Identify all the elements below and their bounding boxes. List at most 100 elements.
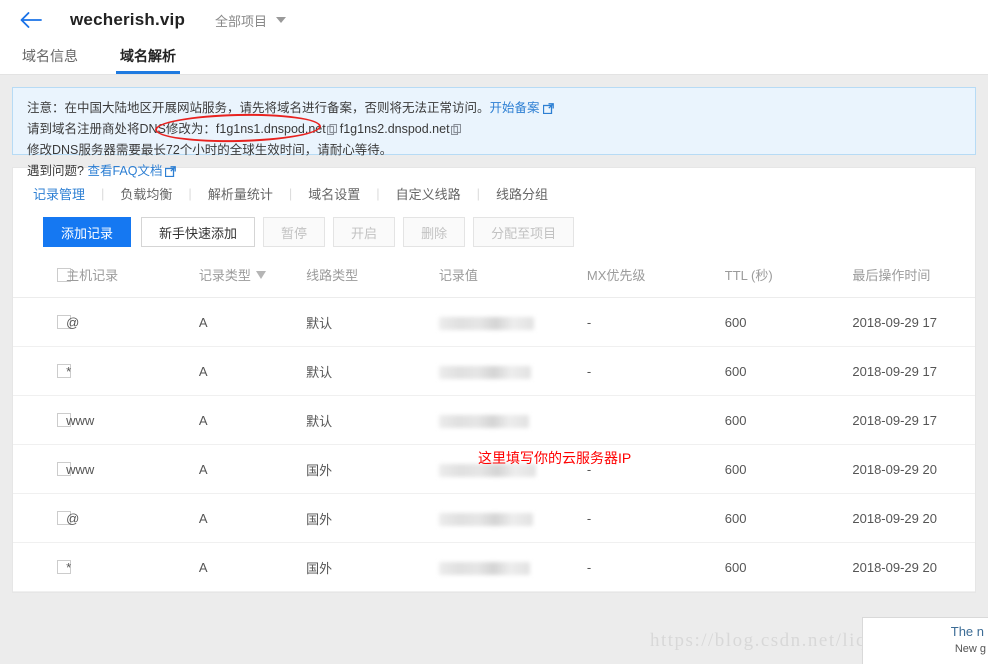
- cell-time: 2018-09-29 20: [852, 444, 975, 494]
- cell-ttl: 600: [724, 297, 853, 347]
- partial-popup[interactable]: The n New g: [862, 617, 988, 664]
- cell-mx: -: [586, 493, 725, 543]
- subtab-divider: |: [101, 186, 105, 201]
- external-link-icon[interactable]: [165, 163, 177, 178]
- subtab-custom-line[interactable]: 自定义线路: [394, 184, 463, 203]
- cell-type: A: [198, 493, 307, 543]
- start-filing-link[interactable]: 开始备案: [490, 101, 540, 115]
- table-row[interactable]: * A 国外 - 600 2018-09-29 20: [13, 542, 975, 592]
- tab-domain-info[interactable]: 域名信息: [18, 48, 82, 74]
- table-row[interactable]: www A 国外 - 600 2018-09-29 20: [13, 444, 975, 494]
- redacted-record-value: [438, 561, 530, 575]
- table-row[interactable]: @ A 默认 - 600 2018-09-29 17: [13, 297, 975, 347]
- chevron-down-icon: [276, 17, 287, 23]
- col-type: 记录类型: [198, 265, 307, 298]
- redacted-record-value: [438, 463, 536, 477]
- copy-icon[interactable]: [450, 121, 461, 136]
- row-select-cell: [13, 444, 71, 494]
- table-row[interactable]: @ A 国外 - 600 2018-09-29 20: [13, 493, 975, 543]
- cell-time: 2018-09-29 17: [852, 346, 975, 396]
- cell-time: 2018-09-29 17: [852, 297, 975, 347]
- cell-line: 默认: [306, 297, 439, 347]
- cell-value: [438, 493, 587, 543]
- cell-line: 默认: [306, 346, 439, 396]
- cell-value: [438, 395, 587, 445]
- project-selector[interactable]: 全部项目: [215, 11, 287, 30]
- subtab-load-balance[interactable]: 负载均衡: [118, 184, 174, 203]
- pause-button[interactable]: 暂停: [263, 217, 326, 247]
- cell-value: [438, 297, 587, 347]
- banner-line-4-text: 遇到问题?: [27, 164, 84, 178]
- cell-line: 国外: [306, 542, 439, 592]
- subtab-line-group[interactable]: 线路分组: [494, 184, 550, 203]
- table-row[interactable]: * A 默认 - 600 2018-09-29 17: [13, 346, 975, 396]
- cell-host: www: [66, 444, 199, 494]
- records-table-head: 主机记录 记录类型 线路类型 记录值 MX优先级 TTL (秒) 最后操作时间: [13, 265, 975, 298]
- delete-button[interactable]: 删除: [403, 217, 466, 247]
- col-time: 最后操作时间: [852, 265, 975, 298]
- cell-host: www: [66, 395, 199, 445]
- cell-mx: -: [586, 542, 725, 592]
- row-select-cell: [13, 346, 71, 396]
- col-ttl: TTL (秒): [724, 265, 853, 298]
- cell-value: [438, 444, 587, 494]
- table-header-row: 主机记录 记录类型 线路类型 记录值 MX优先级 TTL (秒) 最后操作时间: [13, 265, 975, 298]
- cell-type: A: [198, 542, 307, 592]
- redacted-record-value: [438, 365, 531, 379]
- cell-line: 国外: [306, 444, 439, 494]
- row-select-cell: [13, 395, 71, 445]
- filter-icon[interactable]: [255, 271, 266, 279]
- main-card-region: 记录管理 | 负载均衡 | 解析量统计 | 域名设置 | 自定义线路 | 线路分…: [0, 155, 988, 593]
- table-row[interactable]: www A 默认 600 2018-09-29 17: [13, 395, 975, 445]
- popup-line-1: The n: [950, 624, 984, 639]
- cell-line: 国外: [306, 493, 439, 543]
- row-select-cell: [13, 542, 71, 592]
- external-link-icon[interactable]: [542, 100, 554, 115]
- col-mx: MX优先级: [586, 265, 725, 298]
- add-record-button[interactable]: 添加记录: [43, 217, 132, 247]
- cell-ttl: 600: [724, 444, 853, 494]
- quick-add-button[interactable]: 新手快速添加: [141, 217, 256, 247]
- records-table-body: @ A 默认 - 600 2018-09-29 17 * A 默认 - 600: [13, 297, 975, 592]
- cell-ttl: 600: [724, 395, 853, 445]
- records-toolbar: 添加记录 新手快速添加 暂停 开启 删除 分配至项目: [13, 217, 975, 247]
- subtab-record-management[interactable]: 记录管理: [31, 184, 87, 203]
- banner-line-2: 请到域名注册商处将DNS修改为：f1g1ns1.dnspod.net f1g1ns…: [27, 119, 961, 140]
- enable-button[interactable]: 开启: [333, 217, 396, 247]
- banner-line-1-text: 注意：在中国大陆地区开展网站服务，请先将域名进行备案，否则将无法正常访问。: [27, 101, 490, 115]
- row-select-cell: [13, 297, 71, 347]
- faq-doc-link[interactable]: 查看FAQ文档: [87, 164, 162, 178]
- cell-value: [438, 542, 587, 592]
- cell-time: 2018-09-29 17: [852, 395, 975, 445]
- main-tabbar: 域名信息 域名解析: [0, 40, 988, 75]
- popup-line-2: New g: [954, 643, 986, 655]
- dns-server-2: f1g1ns2.dnspod.net: [339, 122, 450, 136]
- records-card: 记录管理 | 负载均衡 | 解析量统计 | 域名设置 | 自定义线路 | 线路分…: [12, 167, 976, 593]
- cell-mx: [586, 395, 725, 445]
- records-table: 主机记录 记录类型 线路类型 记录值 MX优先级 TTL (秒) 最后操作时间 …: [13, 265, 975, 592]
- cell-host: @: [66, 297, 199, 347]
- copy-icon[interactable]: [326, 121, 337, 136]
- cell-type: A: [198, 297, 307, 347]
- subtab-domain-settings[interactable]: 域名设置: [306, 184, 362, 203]
- cell-line: 默认: [306, 395, 439, 445]
- cell-mx: -: [586, 444, 725, 494]
- assign-project-button[interactable]: 分配至项目: [473, 217, 575, 247]
- back-arrow-icon[interactable]: [18, 7, 44, 33]
- cell-mx: -: [586, 297, 725, 347]
- redacted-record-value: [438, 316, 534, 330]
- cell-ttl: 600: [724, 493, 853, 543]
- subtab-divider: |: [376, 186, 380, 201]
- col-host: 主机记录: [66, 265, 199, 298]
- redacted-record-value: [438, 512, 533, 526]
- subtab-resolution-stats[interactable]: 解析量统计: [206, 184, 275, 203]
- subtab-divider: |: [288, 186, 293, 201]
- tab-domain-resolution[interactable]: 域名解析: [116, 48, 180, 74]
- select-all-header: [13, 265, 71, 298]
- page-title: wecherish.vip: [70, 10, 186, 29]
- cell-time: 2018-09-29 20: [852, 493, 975, 543]
- top-header: wecherish.vip 全部项目: [0, 0, 988, 40]
- cell-value: [438, 346, 587, 396]
- cell-type: A: [198, 346, 307, 396]
- cell-type: A: [198, 444, 307, 494]
